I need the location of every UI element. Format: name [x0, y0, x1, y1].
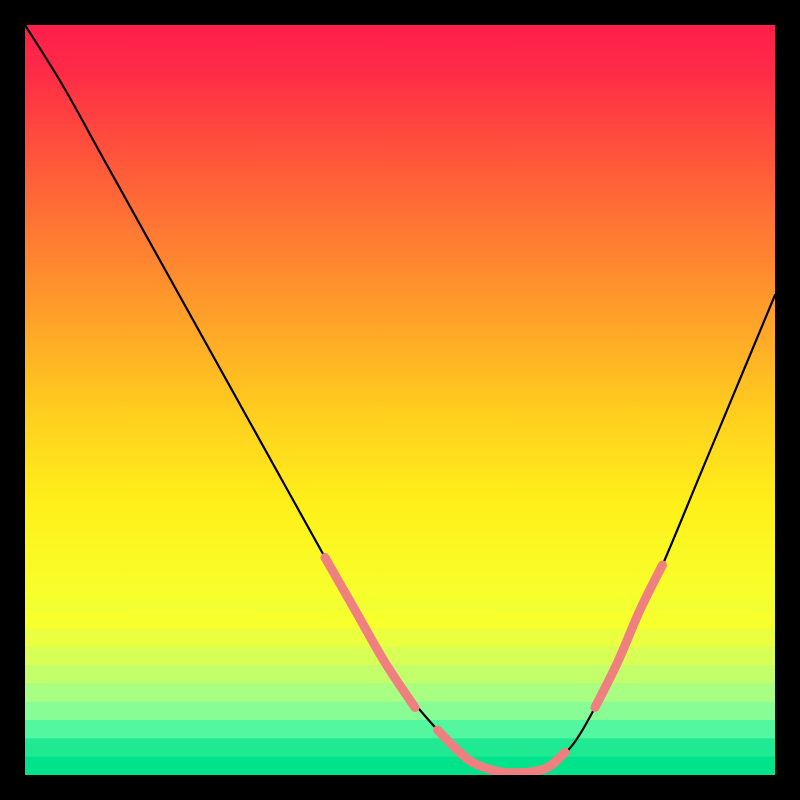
chart-frame: TheBottleneck.com [25, 25, 775, 775]
chart-svg [25, 25, 775, 775]
